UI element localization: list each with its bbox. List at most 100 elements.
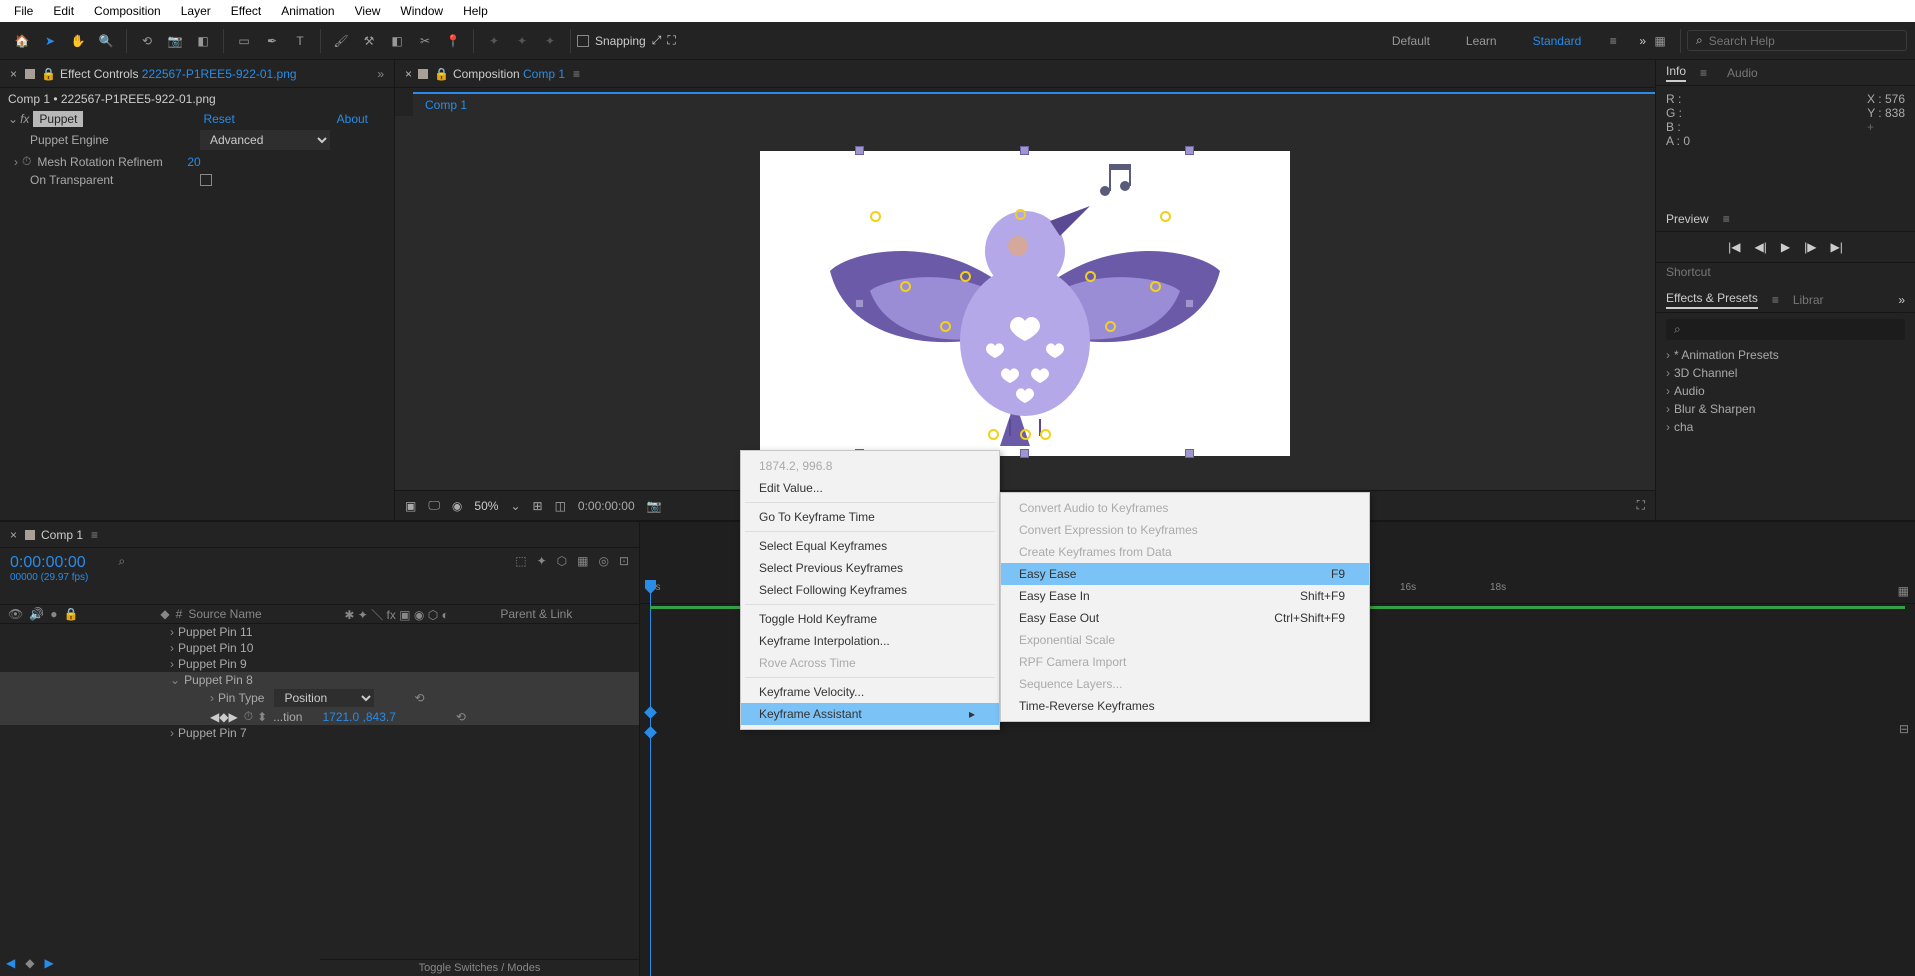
link-icon[interactable]: ⟲ <box>456 710 466 724</box>
timeline-current-time[interactable]: 0:00:00:00 <box>10 554 88 572</box>
prev-frame-icon[interactable]: ◀| <box>1755 240 1767 254</box>
workspace-menu-icon[interactable]: ≡ <box>1599 27 1627 55</box>
about-link[interactable]: About <box>337 112 368 126</box>
ctx-item[interactable]: Time-Reverse Keyframes <box>1001 695 1369 717</box>
timeline-row[interactable]: ›Puppet Pin 10 <box>0 640 639 656</box>
rectangle-tool-icon[interactable]: ▭ <box>230 27 258 55</box>
col-parent[interactable]: Parent & Link <box>500 607 572 621</box>
prop-transparent-checkbox[interactable] <box>200 174 212 186</box>
ctx-item[interactable]: Select Equal Keyframes <box>741 535 999 557</box>
toggle-switches[interactable]: Toggle Switches / Modes <box>320 959 639 976</box>
effects-search[interactable]: ⌕ <box>1666 319 1905 340</box>
eraser-tool-icon[interactable]: ◧ <box>383 27 411 55</box>
search-help[interactable]: ⌕ <box>1687 30 1907 51</box>
ctx-item[interactable]: Keyframe Assistant <box>741 703 999 725</box>
ctx-item[interactable]: Easy Ease OutCtrl+Shift+F9 <box>1001 607 1369 629</box>
tab-libraries[interactable]: Librar <box>1793 293 1824 307</box>
tl-menu-icon[interactable]: ▦ <box>1898 584 1909 598</box>
viewer-time[interactable]: 0:00:00:00 <box>578 499 635 513</box>
chevron-icon[interactable]: › <box>170 625 174 639</box>
close-icon[interactable]: × <box>10 528 17 542</box>
chevron-down-icon[interactable]: ⌄ <box>8 112 18 126</box>
prop-mesh-value[interactable]: 20 <box>187 155 200 169</box>
tl-btn1-icon[interactable]: ⬚ <box>515 554 526 568</box>
puppet-tool-icon[interactable]: 📍 <box>439 27 467 55</box>
col-solo-icon[interactable]: ● <box>50 607 57 621</box>
timeline-search-icon[interactable]: ⌕ <box>118 554 125 569</box>
camera-tool-icon[interactable]: 📷 <box>161 27 189 55</box>
maximize-icon[interactable]: ⛶ <box>1637 498 1645 513</box>
pin-type-select[interactable]: Position <box>274 689 374 707</box>
workspace-default[interactable]: Default <box>1374 34 1448 48</box>
tab-audio[interactable]: Audio <box>1727 66 1758 80</box>
brush-tool-icon[interactable]: 🖌 <box>327 27 355 55</box>
roto-tool-icon[interactable]: ✂ <box>411 27 439 55</box>
timeline-row[interactable]: ›Puppet Pin 11 <box>0 624 639 640</box>
snapping-opt2-icon[interactable]: ⛶ <box>667 33 675 48</box>
close-icon[interactable]: × <box>405 67 412 81</box>
menu-animation[interactable]: Animation <box>271 2 344 20</box>
panel-toggle-icon[interactable]: ▦ <box>1646 27 1674 55</box>
tl-collapse-icon[interactable]: ⊟ <box>1899 722 1909 736</box>
stopwatch-icon[interactable]: ⏱ <box>244 709 253 724</box>
type-tool-icon[interactable]: T <box>286 27 314 55</box>
comp-active-tab[interactable]: Comp 1 <box>413 92 1655 116</box>
ctx-item[interactable]: Select Following Keyframes <box>741 579 999 601</box>
reset-link[interactable]: Reset <box>203 112 234 126</box>
preset-item[interactable]: ›* Animation Presets <box>1666 346 1905 364</box>
link-icon[interactable]: ⟲ <box>414 691 424 705</box>
workspace-learn[interactable]: Learn <box>1448 34 1515 48</box>
footage-icon[interactable]: ▣ <box>405 499 416 513</box>
keyframe-diamond[interactable] <box>644 726 657 739</box>
tab-preview[interactable]: Preview <box>1666 212 1709 226</box>
next-frame-icon[interactable]: |▶ <box>1804 240 1816 254</box>
overflow-icon[interactable]: » <box>1898 293 1905 307</box>
tl-btn3-icon[interactable]: ⬡ <box>557 554 567 568</box>
switch-icon[interactable]: ＼ <box>371 608 383 622</box>
snapping-checkbox[interactable] <box>577 35 589 47</box>
overflow-icon[interactable]: » <box>1639 34 1646 48</box>
chevron-icon[interactable]: › <box>170 657 174 671</box>
ctx-item[interactable]: Select Previous Keyframes <box>741 557 999 579</box>
col-source-name[interactable]: Source Name <box>188 607 338 621</box>
menu-composition[interactable]: Composition <box>84 2 171 20</box>
effect-name[interactable]: Puppet <box>33 111 83 127</box>
prop-engine-select[interactable]: Advanced <box>200 130 330 150</box>
timeline-row[interactable]: ⌄Puppet Pin 8 <box>0 672 639 688</box>
col-audio-icon[interactable]: 🔊 <box>29 607 44 621</box>
panel-menu-icon[interactable]: ≡ <box>1700 66 1707 80</box>
chevron-icon[interactable]: ⌄ <box>170 673 180 687</box>
tab-info[interactable]: Info <box>1666 64 1686 82</box>
preset-item[interactable]: ›3D Channel <box>1666 364 1905 382</box>
row-value[interactable]: 1721.0 ,843.7 <box>322 710 395 724</box>
preset-item[interactable]: ›Audio <box>1666 382 1905 400</box>
last-frame-icon[interactable]: ▶| <box>1830 240 1842 254</box>
menu-help[interactable]: Help <box>453 2 498 20</box>
axis-tool-icon[interactable]: ✦ <box>480 27 508 55</box>
panel-file-link[interactable]: 222567-P1REE5-922-01.png <box>142 67 297 81</box>
switch-icon[interactable]: ◐ <box>442 608 449 622</box>
graph-icon[interactable]: ⬍ <box>257 710 267 724</box>
timeline-tab[interactable]: Comp 1 <box>41 528 83 542</box>
comp-tab-name[interactable]: Comp 1 <box>523 67 565 81</box>
col-label-icon[interactable]: ◆ <box>160 607 169 621</box>
panel-overflow-icon[interactable]: » <box>377 67 384 81</box>
chevron-right-icon[interactable]: › <box>14 155 18 169</box>
chevron-icon[interactable]: › <box>210 691 214 705</box>
snapshot-icon[interactable]: 📷 <box>647 499 662 513</box>
panel-menu-icon[interactable]: ≡ <box>1772 293 1779 307</box>
kf-nav-next-icon[interactable]: ▶ <box>44 956 53 970</box>
local-axis-icon[interactable]: ✦ <box>508 27 536 55</box>
keyframe-nav-icon[interactable]: ◀◆▶ <box>210 710 238 724</box>
chevron-down-icon[interactable]: ⌄ <box>510 499 520 513</box>
menu-layer[interactable]: Layer <box>171 2 221 20</box>
canvas[interactable] <box>760 151 1290 456</box>
tab-effects-presets[interactable]: Effects & Presets <box>1666 291 1758 309</box>
timeline-row[interactable]: ›Puppet Pin 7 <box>0 725 639 741</box>
pan-behind-tool-icon[interactable]: ◧ <box>189 27 217 55</box>
preset-item[interactable]: ›cha <box>1666 418 1905 436</box>
playhead[interactable] <box>650 580 651 976</box>
fx-icon[interactable]: fx <box>20 112 29 126</box>
ctx-item[interactable]: Easy Ease InShift+F9 <box>1001 585 1369 607</box>
snapping-opt1-icon[interactable]: ⤢ <box>652 33 662 48</box>
